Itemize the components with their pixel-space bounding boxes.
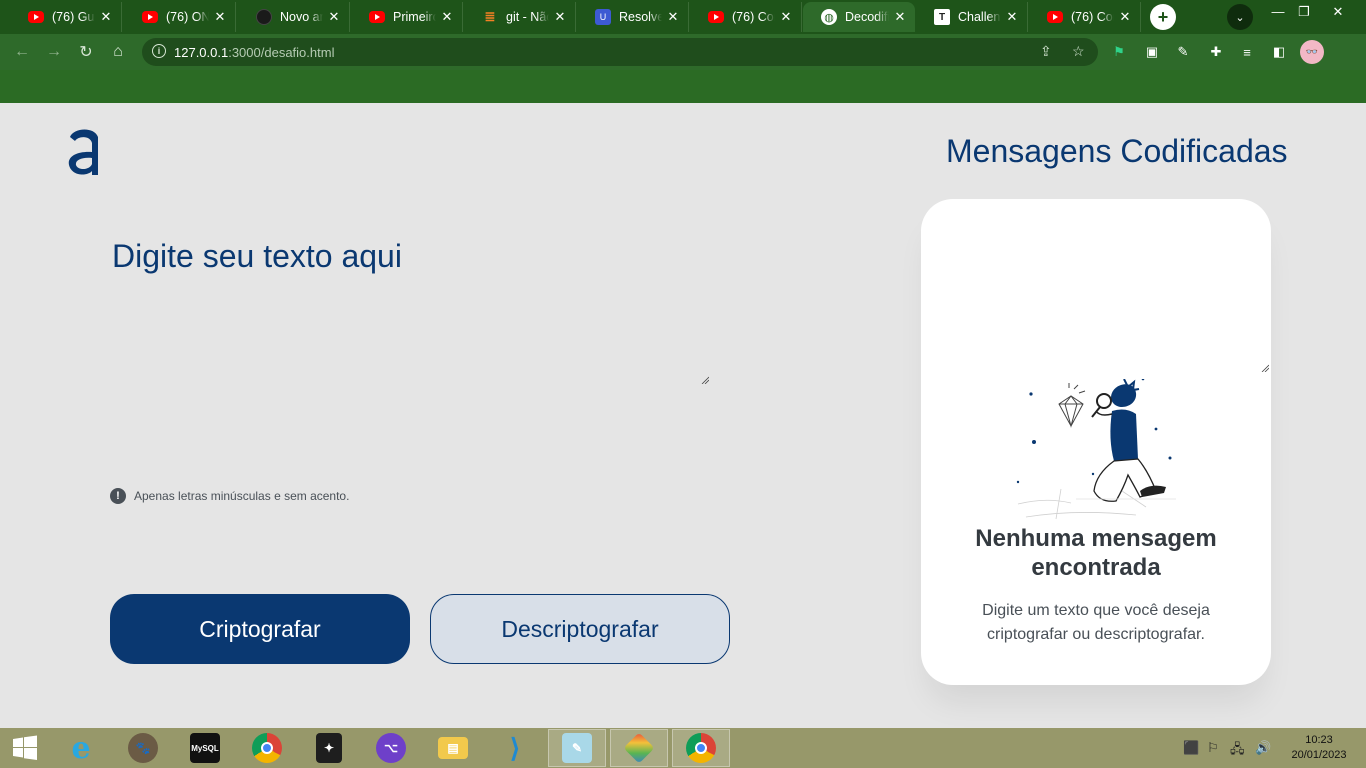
bookmark-star-icon[interactable]: ☆: [1072, 43, 1085, 60]
tray-app-icon[interactable]: ⬛: [1183, 740, 1199, 756]
home-icon[interactable]: ⌂: [106, 40, 130, 64]
hint-text: Apenas letras minúsculas e sem acento.: [134, 489, 350, 503]
close-icon[interactable]: ✕: [1114, 9, 1136, 25]
browser-tab[interactable]: (76) Guia ✕: [10, 2, 122, 32]
trello-icon: T: [934, 9, 950, 25]
mysql-icon[interactable]: MySQL: [176, 729, 234, 767]
figma-icon[interactable]: ✦: [300, 729, 358, 767]
close-icon[interactable]: ✕: [549, 9, 571, 25]
address-bar[interactable]: i 127.0.0.1:3000/desafio.html ⇪ ☆: [142, 38, 1098, 66]
youtube-icon: [28, 11, 44, 23]
reload-icon[interactable]: ↻: [74, 40, 98, 64]
share-icon[interactable]: ⇪: [1040, 43, 1052, 60]
tab-search-button[interactable]: ⌄: [1227, 4, 1253, 30]
tab-label: Challeng: [958, 10, 1001, 24]
decrypt-button[interactable]: Descriptografar: [430, 594, 730, 664]
extensions-puzzle-icon[interactable]: ✚: [1207, 43, 1225, 61]
back-arrow-icon[interactable]: ←: [10, 40, 34, 64]
window-close-button[interactable]: ✕: [1318, 4, 1358, 20]
browser-toolbar: ← → ↻ ⌂ i 127.0.0.1:3000/desafio.html ⇪ …: [0, 34, 1366, 70]
gimp-icon[interactable]: 🐾: [114, 729, 172, 767]
close-icon[interactable]: ✕: [209, 9, 231, 25]
globe-icon: ◍: [821, 9, 837, 25]
youtube-icon: [708, 11, 724, 23]
clock-time: 10:23: [1305, 734, 1333, 746]
browser-tab[interactable]: Primeiro ✕: [351, 2, 463, 32]
tab-label: (76) ONE: [166, 10, 209, 24]
chrome-icon[interactable]: [238, 729, 296, 767]
internet-explorer-icon[interactable]: e: [52, 729, 110, 767]
close-icon[interactable]: ✕: [95, 9, 117, 25]
volume-icon[interactable]: 🔊: [1255, 740, 1271, 756]
windows-start-icon[interactable]: [0, 729, 50, 767]
browser-tab-strip: (76) Guia ✕ (76) ONE ✕ Novo arq ✕ Primei…: [0, 0, 1366, 34]
url-text: 127.0.0.1:3000/desafio.html: [174, 45, 335, 60]
windows-taskbar: e 🐾 MySQL ✦ ⌥ ▤ ⟩ ✎ ⬛ ⚐ 🖧 🔊 10:23 20/01/…: [0, 728, 1366, 768]
network-icon[interactable]: 🖧: [1230, 740, 1245, 762]
color-picker-icon[interactable]: ✎: [1174, 43, 1192, 61]
side-panel-icon[interactable]: ◧: [1270, 43, 1288, 61]
alert-icon: !: [110, 488, 126, 504]
github-desktop-icon[interactable]: ⌥: [362, 729, 420, 767]
page-header-band: [0, 70, 1366, 103]
taskbar-clock[interactable]: 10:23 20/01/2023: [1284, 733, 1354, 763]
browser-tab-active[interactable]: ◍ Decodific ✕: [803, 2, 915, 32]
clock-date: 20/01/2023: [1291, 749, 1347, 761]
youtube-icon: [369, 11, 385, 23]
browser-tab[interactable]: (76) Com ✕: [690, 2, 802, 32]
output-panel: Nenhuma mensagem encontrada Digite um te…: [921, 199, 1271, 685]
new-tab-button[interactable]: +: [1150, 4, 1176, 30]
resize-grip-icon[interactable]: [701, 376, 709, 384]
youtube-icon: [1047, 11, 1063, 23]
page-body: Mensagens Codificadas Digite seu texto a…: [0, 103, 1366, 728]
tab-label: Decodific: [845, 10, 889, 24]
resolve-icon: U: [595, 9, 611, 25]
extension-icon[interactable]: ⚑: [1110, 43, 1128, 61]
browser-tab[interactable]: (76) ONE ✕: [124, 2, 236, 32]
github-icon: [256, 9, 272, 25]
stackoverflow-icon: ≣: [484, 9, 496, 24]
youtube-icon: [142, 11, 158, 23]
browser-tab[interactable]: Novo arq ✕: [238, 2, 350, 32]
tab-label: (76) Com: [732, 10, 775, 24]
tab-label: Primeiro: [393, 10, 436, 24]
git-icon[interactable]: [610, 729, 668, 767]
tab-label: (76) Com: [1071, 10, 1114, 24]
close-icon[interactable]: ✕: [436, 9, 458, 25]
empty-state-description: Digite um texto que você deseja criptogr…: [982, 602, 1210, 643]
tab-label: Novo arq: [280, 10, 323, 24]
empty-state-title: Nenhuma mensagem encontrada: [975, 525, 1217, 581]
browser-tab[interactable]: T Challeng ✕: [916, 2, 1028, 32]
file-explorer-icon[interactable]: ▤: [424, 729, 482, 767]
action-center-flag-icon[interactable]: ⚐: [1207, 740, 1219, 756]
close-icon[interactable]: ✕: [662, 9, 684, 25]
input-hint: ! Apenas letras minúsculas e sem acento.: [110, 488, 349, 504]
browser-tab[interactable]: ≣ git - Não ✕: [464, 2, 576, 32]
close-icon[interactable]: ✕: [323, 9, 345, 25]
browser-tab[interactable]: U Resolven ✕: [577, 2, 689, 32]
browser-tab[interactable]: (76) Com ✕: [1029, 2, 1141, 32]
close-icon[interactable]: ✕: [775, 9, 797, 25]
vscode-icon[interactable]: ⟩: [486, 729, 544, 767]
forward-arrow-icon[interactable]: →: [42, 40, 66, 64]
encrypt-button[interactable]: Criptografar: [110, 594, 410, 664]
message-input[interactable]: [110, 283, 710, 385]
profile-avatar[interactable]: 👓: [1300, 40, 1324, 64]
tab-label: Resolven: [619, 10, 662, 24]
resize-grip-icon[interactable]: [1261, 364, 1269, 372]
tab-label: (76) Guia: [52, 10, 95, 24]
close-icon[interactable]: ✕: [1001, 9, 1023, 25]
tab-label: git - Não: [506, 10, 549, 24]
site-title: Mensagens Codificadas: [946, 133, 1288, 169]
notepad-icon[interactable]: ✎: [548, 729, 606, 767]
close-icon[interactable]: ✕: [889, 9, 911, 25]
site-info-icon[interactable]: i: [152, 44, 166, 58]
input-placeholder-heading[interactable]: Digite seu texto aqui: [112, 238, 402, 275]
media-control-icon[interactable]: ≡: [1238, 43, 1256, 61]
alura-logo-icon: [68, 129, 98, 175]
chrome-active-icon[interactable]: [672, 729, 730, 767]
person-with-magnifier-illustration: [1016, 379, 1176, 520]
screenshot-extension-icon[interactable]: ▣: [1143, 43, 1161, 61]
